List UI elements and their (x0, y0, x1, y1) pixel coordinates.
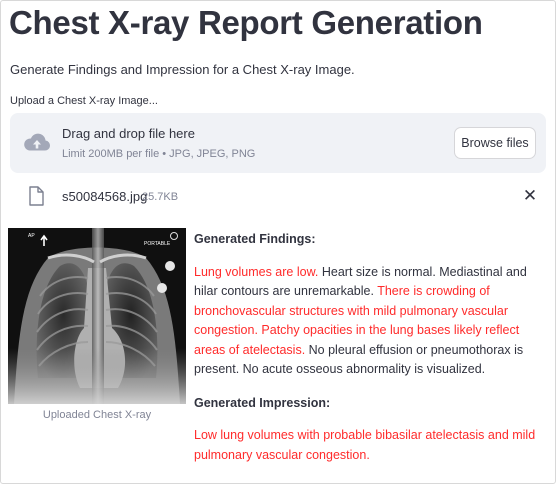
xray-marker-portable: PORTABLE (144, 241, 171, 247)
findings-heading: Generated Findings: (194, 232, 316, 246)
dropzone-limits: Limit 200MB per file • JPG, JPEG, PNG (62, 148, 256, 160)
impression-heading: Generated Impression: (194, 395, 331, 410)
report-panel: Generated Findings: Lung volumes are low… (194, 230, 544, 477)
dropzone-instruction: Drag and drop file here (62, 126, 195, 141)
cloud-upload-icon (24, 133, 51, 151)
page-subtitle: Generate Findings and Impression for a C… (10, 62, 355, 77)
file-size: 25.7KB (142, 191, 179, 203)
remove-file-icon[interactable]: ✕ (520, 186, 540, 206)
impression-text: Low lung volumes with probable bibasilar… (194, 428, 536, 462)
findings-text: Lung volumes are low. Heart size is norm… (194, 263, 544, 380)
chest-xray-graphic: AP PORTABLE (8, 228, 186, 404)
file-dropzone[interactable]: Drag and drop file here Limit 200MB per … (10, 113, 546, 173)
findings-segment-1: Lung volumes are low. (194, 264, 319, 279)
file-name: s50084568.jpg (62, 189, 148, 204)
uploaded-file-row: s50084568.jpg 25.7KB ✕ (10, 184, 546, 212)
image-caption: Uploaded Chest X-ray (42, 409, 152, 421)
xray-marker-ap: AP (28, 233, 35, 239)
uploader-label: Upload a Chest X-ray Image... (10, 95, 158, 107)
chest-xray-image: AP PORTABLE (8, 228, 186, 404)
page-title: Chest X-ray Report Generation (9, 4, 483, 41)
file-icon (29, 186, 44, 206)
browse-files-button[interactable]: Browse files (454, 127, 536, 159)
